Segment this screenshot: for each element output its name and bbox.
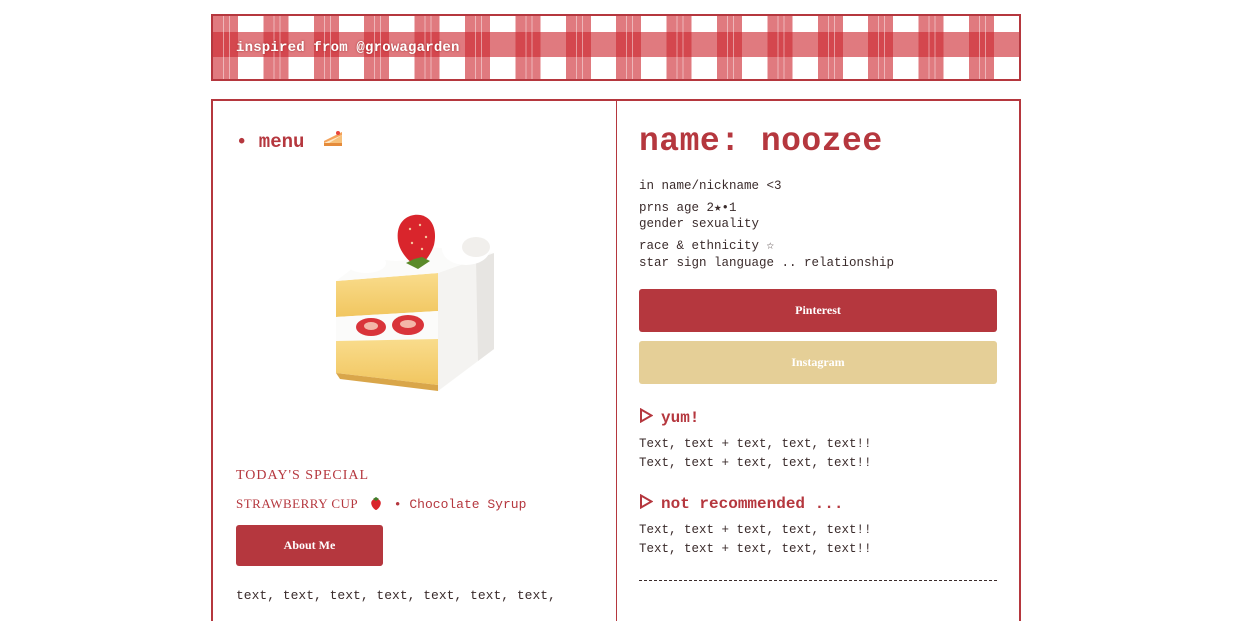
banner-text: inspired from @growagarden: [236, 40, 460, 56]
yum-heading: yum!: [639, 407, 700, 428]
todays-special-label: TODAY'S SPECIAL: [236, 468, 370, 483]
yum-line-2: Text, text + text, text, text!!: [639, 456, 872, 470]
profile-line-gender: gender sexuality: [639, 217, 760, 231]
profile-line-starsign: star sign language .. relationship: [639, 256, 895, 270]
special-item-name: STRAWBERRY CUP: [236, 496, 359, 511]
gingham-banner: inspired from @growagarden: [211, 14, 1021, 81]
about-me-button[interactable]: About Me: [236, 525, 383, 566]
special-items: STRAWBERRY CUP • Chocolate Syrup: [236, 496, 526, 514]
not-recommended-line-2: Text, text + text, text, text!!: [639, 542, 872, 556]
cake-slice-icon: [322, 129, 344, 155]
yum-heading-text: yum!: [661, 409, 700, 427]
profile-line-nickname: in name/nickname <3: [639, 179, 782, 193]
strawberry-icon: [370, 496, 382, 514]
not-recommended-heading-text: not recommended ...: [661, 495, 844, 513]
pinterest-button[interactable]: Pinterest: [639, 289, 997, 332]
triangle-right-icon: [639, 493, 654, 514]
instagram-button[interactable]: Instagram: [639, 341, 997, 384]
cake-image: [326, 213, 506, 403]
triangle-right-icon: [639, 407, 654, 428]
special-extra: • Chocolate Syrup: [393, 497, 527, 512]
menu-title-text: • menu: [236, 131, 305, 153]
dashed-divider: [639, 580, 997, 581]
profile-line-pronouns: prns age 2★•1: [639, 201, 737, 215]
yum-line-1: Text, text + text, text, text!!: [639, 437, 872, 451]
not-recommended-line-1: Text, text + text, text, text!!: [639, 523, 872, 537]
menu-heading: • menu: [236, 129, 344, 155]
column-divider: [616, 101, 617, 621]
profile-card: • menu TODAY'S SPECIAL STRAWBERRY CUP • …: [211, 99, 1021, 621]
profile-name: name: noozee: [639, 123, 883, 160]
menu-body-text: text, text, text, text, text, text, text…: [236, 588, 556, 603]
not-recommended-heading: not recommended ...: [639, 493, 844, 514]
profile-line-race: race & ethnicity ☆: [639, 239, 775, 253]
